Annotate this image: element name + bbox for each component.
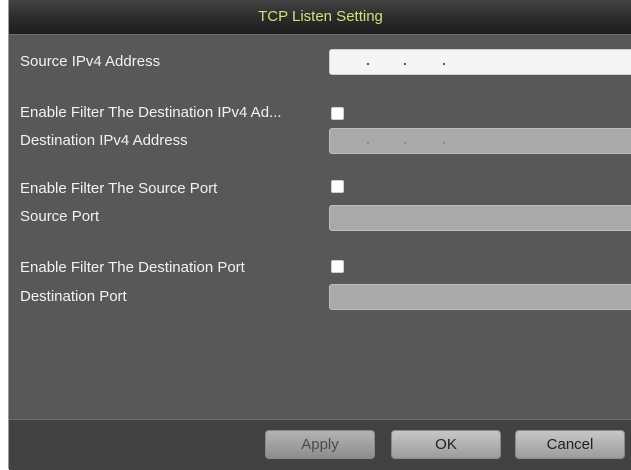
apply-button[interactable]: Apply [265, 430, 375, 459]
cancel-button[interactable]: Cancel [515, 430, 625, 459]
dialog-footer: Apply OK Cancel [9, 419, 631, 470]
enable-dest-port-label: Enable Filter The Destination Port [20, 259, 245, 276]
source-port-label: Source Port [20, 208, 100, 225]
enable-dest-ipv4-label: Enable Filter The Destination IPv4 Ad... [20, 104, 282, 121]
enable-dest-ipv4-checkbox[interactable] [331, 107, 344, 120]
source-ipv4-input[interactable] [329, 49, 631, 75]
dest-ipv4-input[interactable] [329, 128, 631, 154]
enable-source-port-checkbox[interactable] [331, 180, 344, 193]
ok-button[interactable]: OK [391, 430, 501, 459]
dest-ipv4-label: Destination IPv4 Address [20, 132, 188, 149]
source-ipv4-dots [330, 50, 631, 74]
dialog-content: Source IPv4 Address Enable Filter The De… [9, 35, 631, 419]
dialog-title: TCP Listen Setting [9, 0, 631, 35]
dest-ipv4-dots [330, 129, 631, 153]
enable-source-port-label: Enable Filter The Source Port [20, 180, 218, 197]
dest-port-label: Destination Port [20, 288, 127, 305]
tcp-listen-dialog: TCP Listen Setting Source IPv4 Address E… [8, 0, 631, 470]
dest-port-input[interactable] [329, 284, 631, 310]
source-ipv4-label: Source IPv4 Address [20, 53, 161, 70]
enable-dest-port-checkbox[interactable] [331, 260, 344, 273]
source-port-input[interactable] [329, 205, 631, 231]
